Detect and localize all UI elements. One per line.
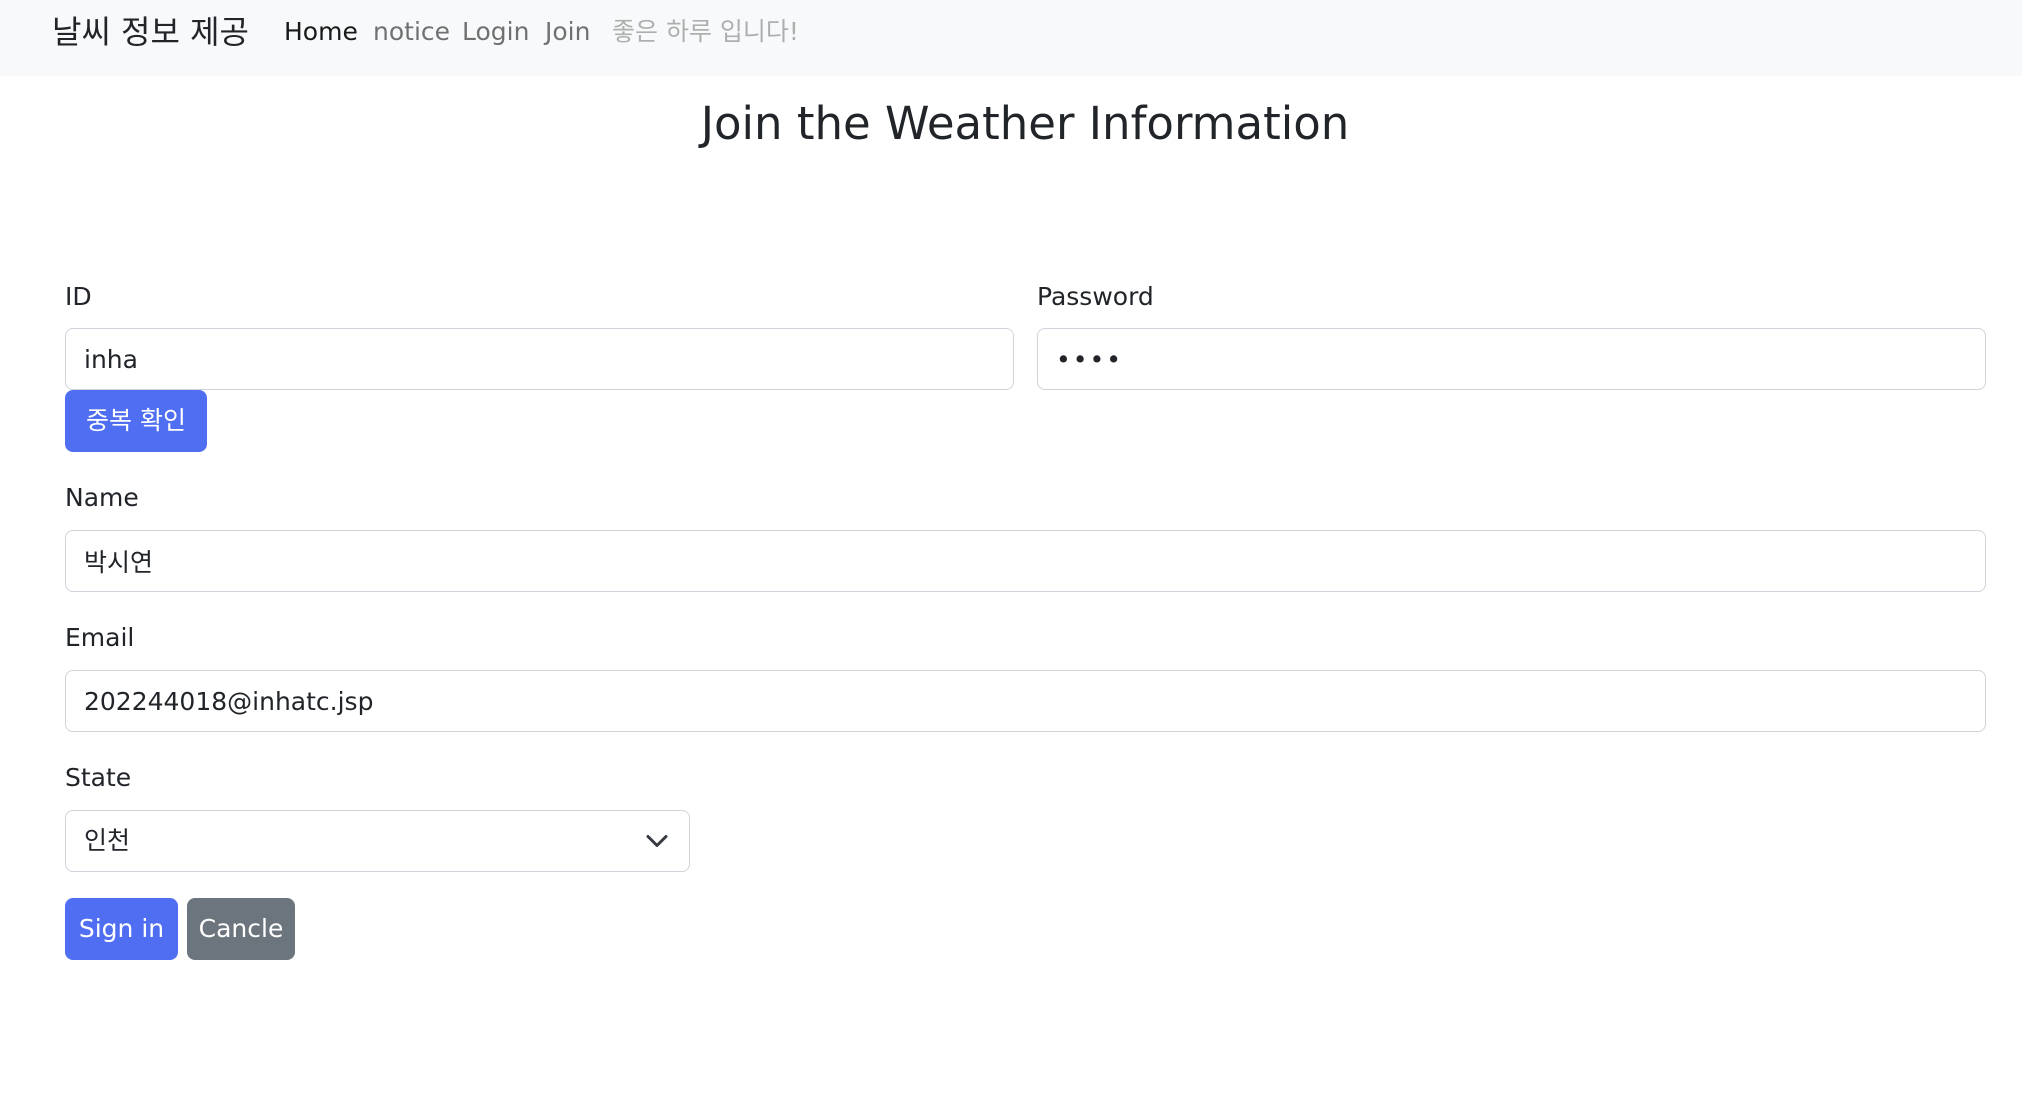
email-input[interactable] [65,670,1986,732]
nav-login[interactable]: Login [462,14,529,50]
name-input[interactable] [65,530,1986,592]
nav-join[interactable]: Join [545,14,590,50]
navbar: 날씨 정보 제공 Home notice Login Join 좋은 하루 입니… [0,0,2022,76]
nav-notice[interactable]: notice [373,14,450,50]
id-label: ID [65,282,92,311]
nav-greeting: 좋은 하루 입니다! [612,17,799,46]
name-label: Name [65,483,139,512]
page-title: Join the Weather Information [700,97,1350,150]
state-selected-value: 인천 [84,826,131,855]
state-label: State [65,763,132,792]
navbar-brand[interactable]: 날씨 정보 제공 [52,10,249,54]
password-input[interactable] [1037,328,1986,390]
id-input[interactable] [65,328,1014,390]
chevron-down-icon [646,835,668,847]
sign-in-button[interactable]: Sign in [65,898,178,960]
password-label: Password [1037,282,1154,311]
email-label: Email [65,623,135,652]
cancel-button[interactable]: Cancle [187,898,295,960]
nav-home[interactable]: Home [284,14,358,50]
duplicate-check-button[interactable]: 중복 확인 [65,390,207,452]
state-select[interactable]: 인천 [65,810,690,872]
